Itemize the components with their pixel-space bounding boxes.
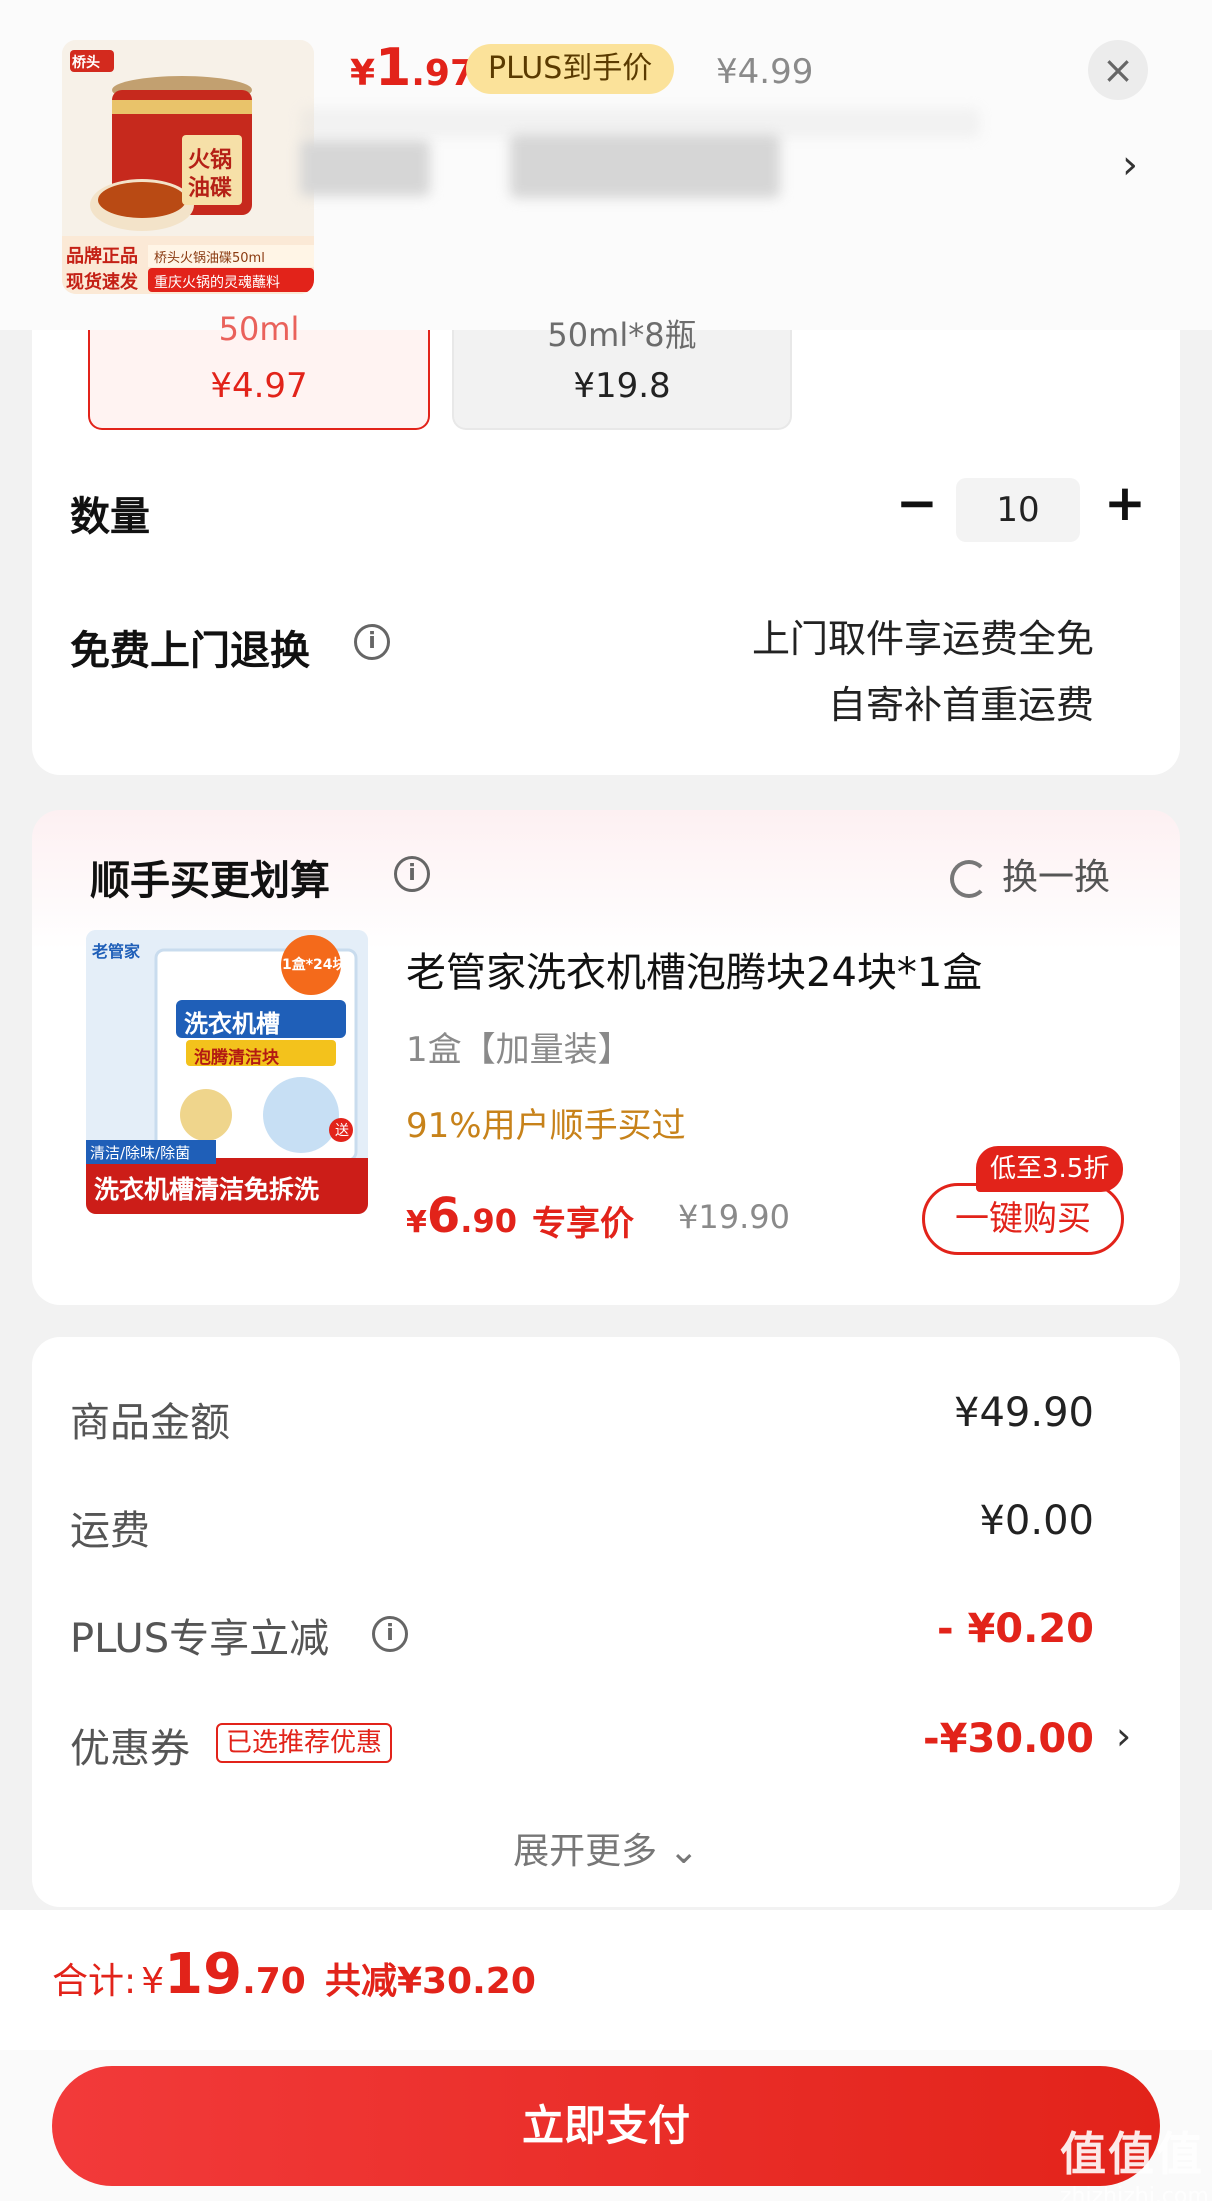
- thumb-caption-2: 重庆火锅的灵魂蘸料: [154, 275, 280, 291]
- return-policy-line-2: 自寄补首重运费: [827, 683, 1094, 727]
- one-click-buy-button[interactable]: 一键购买: [922, 1183, 1124, 1255]
- recommend-product-spec: 1盒【加量装】: [406, 1030, 632, 1070]
- thumb-caption-1: 桥头火锅油碟50ml: [154, 251, 265, 266]
- plus-price: ¥1.97: [350, 38, 476, 98]
- image-tags: 清洁/除味/除菌: [90, 1144, 191, 1162]
- image-banner: 洗衣机槽清洁免拆洗: [94, 1175, 320, 1204]
- image-count-tag: 1盒*24块: [282, 957, 347, 973]
- coupon-selected-tag: 已选推荐优惠: [216, 1723, 393, 1763]
- recommend-original-price: ¥19.90: [678, 1198, 790, 1236]
- image-title-2: 泡腾清洁块: [194, 1048, 279, 1068]
- total-savings: 共减¥30.20: [324, 1961, 536, 2002]
- order-total: 合计: ¥19.70 共减¥30.20: [52, 1942, 536, 2007]
- spec-price: ¥19.8: [573, 366, 671, 406]
- chevron-down-icon: ⌄: [668, 1831, 699, 1872]
- discount-badge: 低至3.5折: [976, 1146, 1124, 1192]
- coupon-label: 优惠券: [70, 1726, 190, 1772]
- blurred-spec-text: [300, 108, 980, 138]
- coupon-value[interactable]: -¥30.00: [794, 1716, 1094, 1762]
- return-policy-label: 免费上门退换: [70, 628, 310, 674]
- image-gift: 送: [335, 1123, 349, 1139]
- exclusive-price-label: 专享价: [532, 1204, 634, 1244]
- return-policy-line-1: 上门取件享运费全免: [751, 617, 1094, 661]
- plus-discount-label: PLUS专享立减: [70, 1616, 330, 1662]
- info-icon[interactable]: i: [372, 1616, 408, 1652]
- recommend-title: 顺手买更划算: [90, 858, 330, 904]
- quantity-label: 数量: [70, 494, 150, 540]
- spec-chevron-icon[interactable]: ›: [1122, 142, 1138, 188]
- swap-button[interactable]: 换一换: [950, 848, 1110, 900]
- jar-label-2: 油碟: [188, 176, 233, 201]
- info-icon[interactable]: i: [354, 624, 390, 660]
- recommend-product-name[interactable]: 老管家洗衣机槽泡腾块24块*1盒: [406, 940, 982, 998]
- spec-option[interactable]: 50ml*8瓶 ¥19.8: [452, 316, 792, 430]
- recommend-product-price: ¥6.90: [406, 1188, 517, 1244]
- quantity-minus-button[interactable]: −: [896, 474, 938, 532]
- blurred-spec-text: [510, 134, 780, 198]
- shipping-value: ¥0.00: [979, 1498, 1094, 1544]
- brand-logo: 桥头: [72, 55, 100, 71]
- quantity-input[interactable]: 10: [956, 478, 1080, 542]
- plus-discount-value: - ¥0.20: [936, 1606, 1094, 1652]
- shipping-label: 运费: [70, 1508, 150, 1554]
- pay-now-button[interactable]: 立即支付: [52, 2066, 1160, 2186]
- subtotal-value: ¥49.90: [954, 1390, 1094, 1436]
- spec-option-selected[interactable]: 50ml ¥4.97: [88, 310, 430, 430]
- image-brand: 老管家: [92, 942, 141, 961]
- plus-price-tag: PLUS到手价: [466, 44, 675, 94]
- quantity-plus-button[interactable]: +: [1104, 474, 1146, 532]
- badge-genuine: 品牌正品: [66, 246, 138, 267]
- coupon-chevron-icon[interactable]: ›: [1116, 1714, 1131, 1758]
- close-button[interactable]: ×: [1088, 40, 1148, 100]
- subtotal-label: 商品金额: [70, 1400, 230, 1446]
- social-proof-text: 91%用户顺手买过: [406, 1106, 686, 1146]
- badge-fast-ship: 现货速发: [66, 272, 138, 293]
- spec-price: ¥4.97: [210, 366, 308, 406]
- product-thumbnail[interactable]: 桥头 火锅 油碟 品牌正品 现货速发 桥头火锅油碟50ml 重庆火锅的灵魂蘸料: [62, 40, 314, 294]
- blurred-spec-text: [300, 140, 430, 196]
- refresh-icon: [950, 860, 988, 898]
- site-watermark: 值值值 zhizhizhi.com: [1060, 2127, 1209, 2201]
- recommend-product-image[interactable]: 老管家 1盒*24块 洗衣机槽 泡腾清洁块 清洁/除味/除菌 送 洗衣机槽清洁免…: [86, 930, 368, 1214]
- original-price: ¥4.99: [716, 52, 814, 92]
- expand-more-button[interactable]: 展开更多 ⌄: [0, 1822, 1212, 1874]
- image-title-1: 洗衣机槽: [184, 1010, 280, 1038]
- info-icon[interactable]: i: [394, 856, 430, 892]
